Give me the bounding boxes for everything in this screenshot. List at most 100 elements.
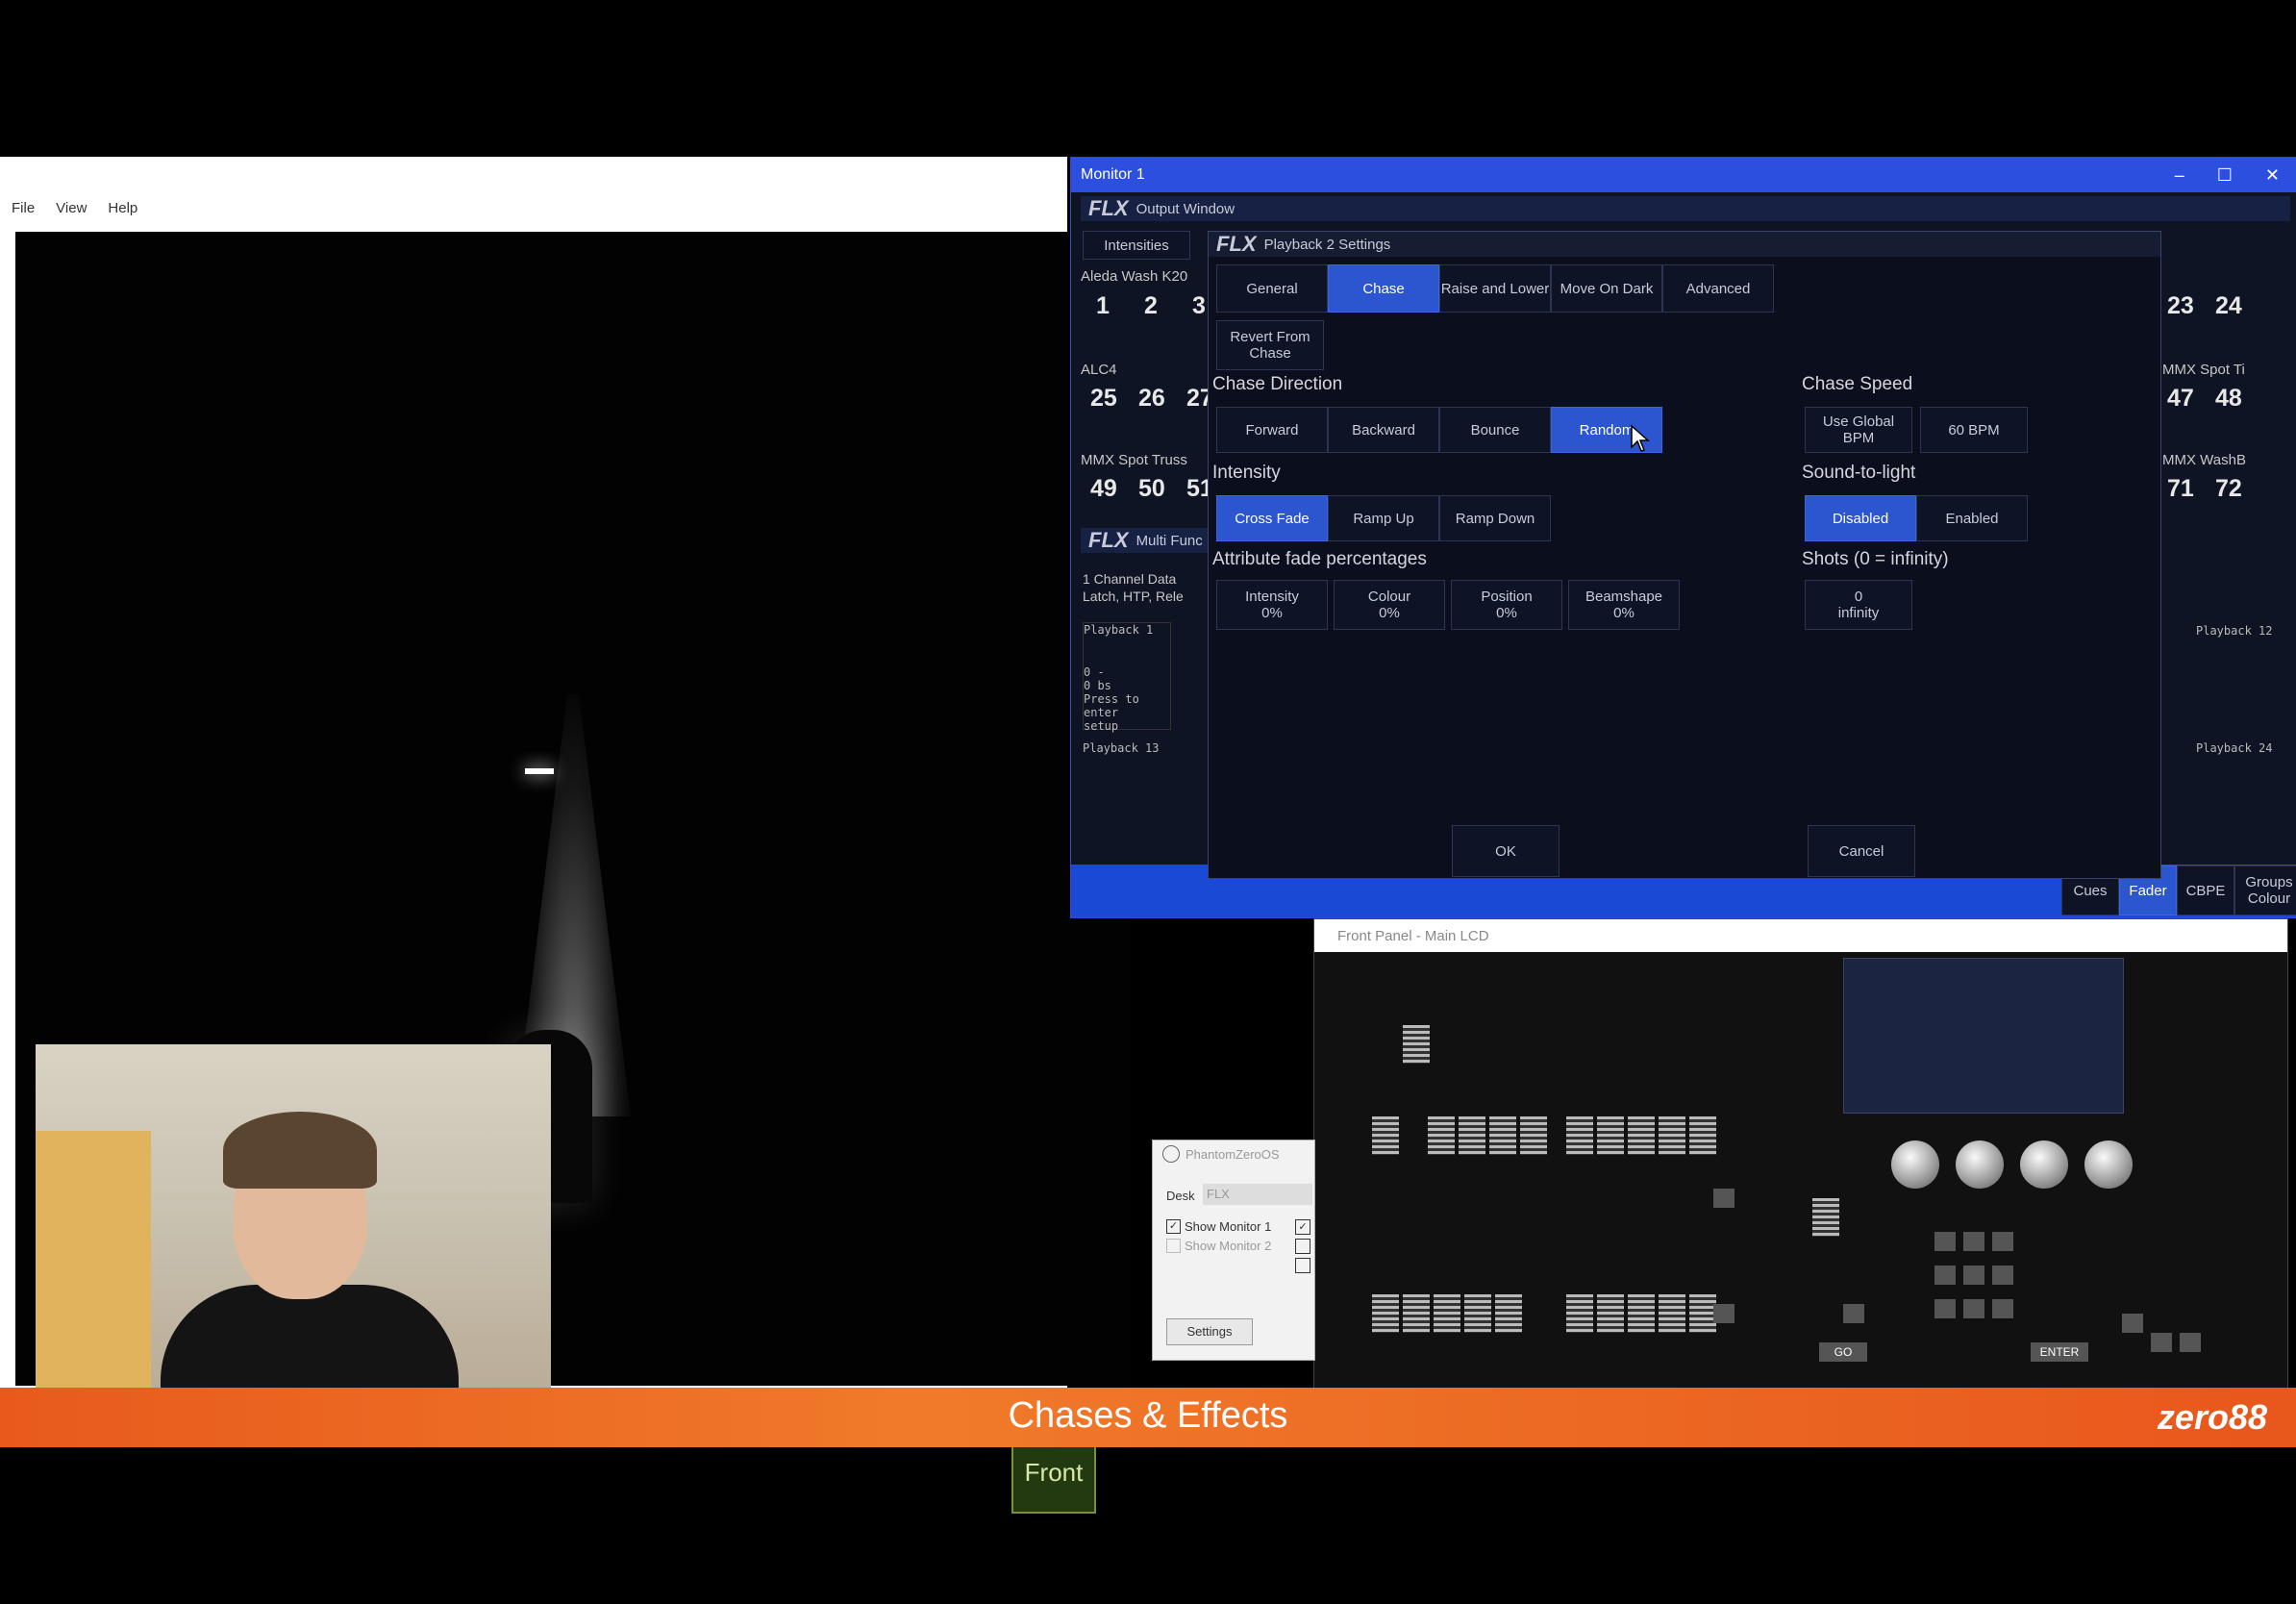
fader[interactable] [1464, 1294, 1491, 1333]
channel-number[interactable]: 23 [2167, 292, 2194, 320]
panel-key[interactable] [1713, 1304, 1734, 1323]
panel-key[interactable] [1934, 1266, 1956, 1285]
channel-number[interactable]: 26 [1138, 385, 1165, 413]
fader[interactable] [1628, 1116, 1655, 1155]
checkbox[interactable] [1295, 1258, 1310, 1273]
tab-raise-lower[interactable]: Raise and Lower [1439, 264, 1551, 313]
menu-help[interactable]: Help [108, 200, 137, 216]
encoder-knob[interactable] [1891, 1140, 1939, 1189]
channel-number[interactable]: 50 [1138, 475, 1165, 503]
fader[interactable] [1689, 1294, 1716, 1333]
intensity-cross-fade[interactable]: Cross Fade [1216, 495, 1328, 541]
channel-number[interactable]: 25 [1090, 385, 1117, 413]
fader[interactable] [1403, 1294, 1430, 1333]
phantom-zero-os-window: PhantomZeroOS Desk FLX ✓ Show Monitor 1 … [1152, 1140, 1315, 1361]
checkbox[interactable]: ✓ [1295, 1219, 1310, 1235]
cancel-button[interactable]: Cancel [1808, 825, 1915, 877]
show-monitor-2-checkbox[interactable] [1166, 1239, 1181, 1253]
panel-key[interactable] [1992, 1299, 2013, 1318]
show-monitor-1-checkbox[interactable]: ✓ [1166, 1219, 1181, 1234]
panel-key[interactable] [1992, 1232, 2013, 1251]
fader[interactable] [1659, 1294, 1685, 1333]
panel-key[interactable] [1713, 1189, 1734, 1208]
panel-key[interactable] [1934, 1232, 1956, 1251]
channel-number[interactable]: 71 [2167, 475, 2194, 503]
tab-move-on-dark[interactable]: Move On Dark [1551, 264, 1662, 313]
intensity-ramp-down[interactable]: Ramp Down [1439, 495, 1551, 541]
channel-number[interactable]: 48 [2215, 385, 2242, 413]
use-global-bpm-button[interactable]: Use Global BPM [1805, 407, 1912, 453]
fader[interactable] [1459, 1116, 1485, 1155]
tab-advanced[interactable]: Advanced [1662, 264, 1774, 313]
panel-key[interactable] [2122, 1314, 2143, 1333]
menu-view[interactable]: View [56, 200, 87, 216]
fader[interactable] [1812, 1198, 1839, 1237]
encoder-knob[interactable] [1956, 1140, 2004, 1189]
checkbox[interactable] [1295, 1239, 1310, 1254]
panel-key[interactable] [1843, 1304, 1864, 1323]
intensity-ramp-up[interactable]: Ramp Up [1328, 495, 1439, 541]
panel-key[interactable] [1963, 1232, 1984, 1251]
enter-button[interactable]: ENTER [2031, 1342, 2088, 1362]
shots-button[interactable]: 0 infinity [1805, 580, 1912, 630]
visualiser-titlebar [0, 157, 1067, 193]
tab-groups-colour[interactable]: Groups Colour [2234, 865, 2296, 915]
channel-number[interactable]: 72 [2215, 475, 2242, 503]
encoder-knob[interactable] [2020, 1140, 2068, 1189]
fader[interactable] [1372, 1294, 1399, 1333]
bpm-button[interactable]: 60 BPM [1920, 407, 2028, 453]
attr-colour-button[interactable]: Colour 0% [1334, 580, 1445, 630]
settings-button[interactable]: Settings [1166, 1318, 1253, 1345]
fader[interactable] [1689, 1116, 1716, 1155]
fader[interactable] [1489, 1116, 1516, 1155]
panel-key[interactable] [1963, 1266, 1984, 1285]
fader[interactable] [1597, 1116, 1624, 1155]
channel-number[interactable]: 47 [2167, 385, 2194, 413]
go-button[interactable]: GO [1819, 1342, 1867, 1362]
fader[interactable] [1566, 1116, 1593, 1155]
show-monitor-1-row: ✓ Show Monitor 1 [1166, 1219, 1271, 1234]
channel-number[interactable]: 3 [1192, 292, 1206, 320]
direction-backward[interactable]: Backward [1328, 407, 1439, 453]
revert-from-chase-button[interactable]: Revert From Chase [1216, 320, 1324, 370]
fader[interactable] [1403, 1025, 1430, 1064]
channel-number[interactable]: 2 [1144, 292, 1158, 320]
panel-key[interactable] [2180, 1333, 2201, 1352]
attr-beamshape-button[interactable]: Beamshape 0% [1568, 580, 1680, 630]
fader[interactable] [1520, 1116, 1547, 1155]
channel-number[interactable]: 49 [1090, 475, 1117, 503]
encoder-knob[interactable] [2084, 1140, 2133, 1189]
panel-key[interactable] [1963, 1299, 1984, 1318]
panel-key[interactable] [1992, 1266, 2013, 1285]
fader[interactable] [1628, 1294, 1655, 1333]
panel-key[interactable] [1934, 1299, 1956, 1318]
ok-button[interactable]: OK [1452, 825, 1560, 877]
playback-1-cell[interactable]: Playback 1 0 - 0 bs Press to enter setup [1083, 622, 1171, 733]
menu-file[interactable]: File [12, 200, 35, 216]
attr-position-button[interactable]: Position 0% [1451, 580, 1562, 630]
fader[interactable] [1428, 1116, 1455, 1155]
sound-enabled[interactable]: Enabled [1916, 495, 2028, 541]
fader[interactable] [1659, 1116, 1685, 1155]
direction-bounce[interactable]: Bounce [1439, 407, 1551, 453]
sound-disabled[interactable]: Disabled [1805, 495, 1916, 541]
attr-intensity-button[interactable]: Intensity 0% [1216, 580, 1328, 630]
fader[interactable] [1495, 1294, 1522, 1333]
channel-number[interactable]: 1 [1096, 292, 1110, 320]
tab-intensities[interactable]: Intensities [1083, 231, 1190, 260]
desk-select[interactable]: FLX [1203, 1184, 1312, 1205]
direction-forward[interactable]: Forward [1216, 407, 1328, 453]
fader[interactable] [1566, 1294, 1593, 1333]
fader[interactable] [1597, 1294, 1624, 1333]
fader[interactable] [1434, 1294, 1460, 1333]
maximize-icon[interactable]: ☐ [2217, 165, 2233, 186]
tab-general[interactable]: General [1216, 264, 1328, 313]
attr-value: 0% [1613, 605, 1635, 621]
tab-cbpe[interactable]: CBPE [2177, 865, 2234, 915]
fader[interactable] [1372, 1116, 1399, 1155]
tab-chase[interactable]: Chase [1328, 264, 1439, 313]
close-icon[interactable]: ✕ [2265, 165, 2280, 186]
channel-number[interactable]: 24 [2215, 292, 2242, 320]
panel-key[interactable] [2151, 1333, 2172, 1352]
minimize-icon[interactable]: – [2175, 165, 2184, 186]
